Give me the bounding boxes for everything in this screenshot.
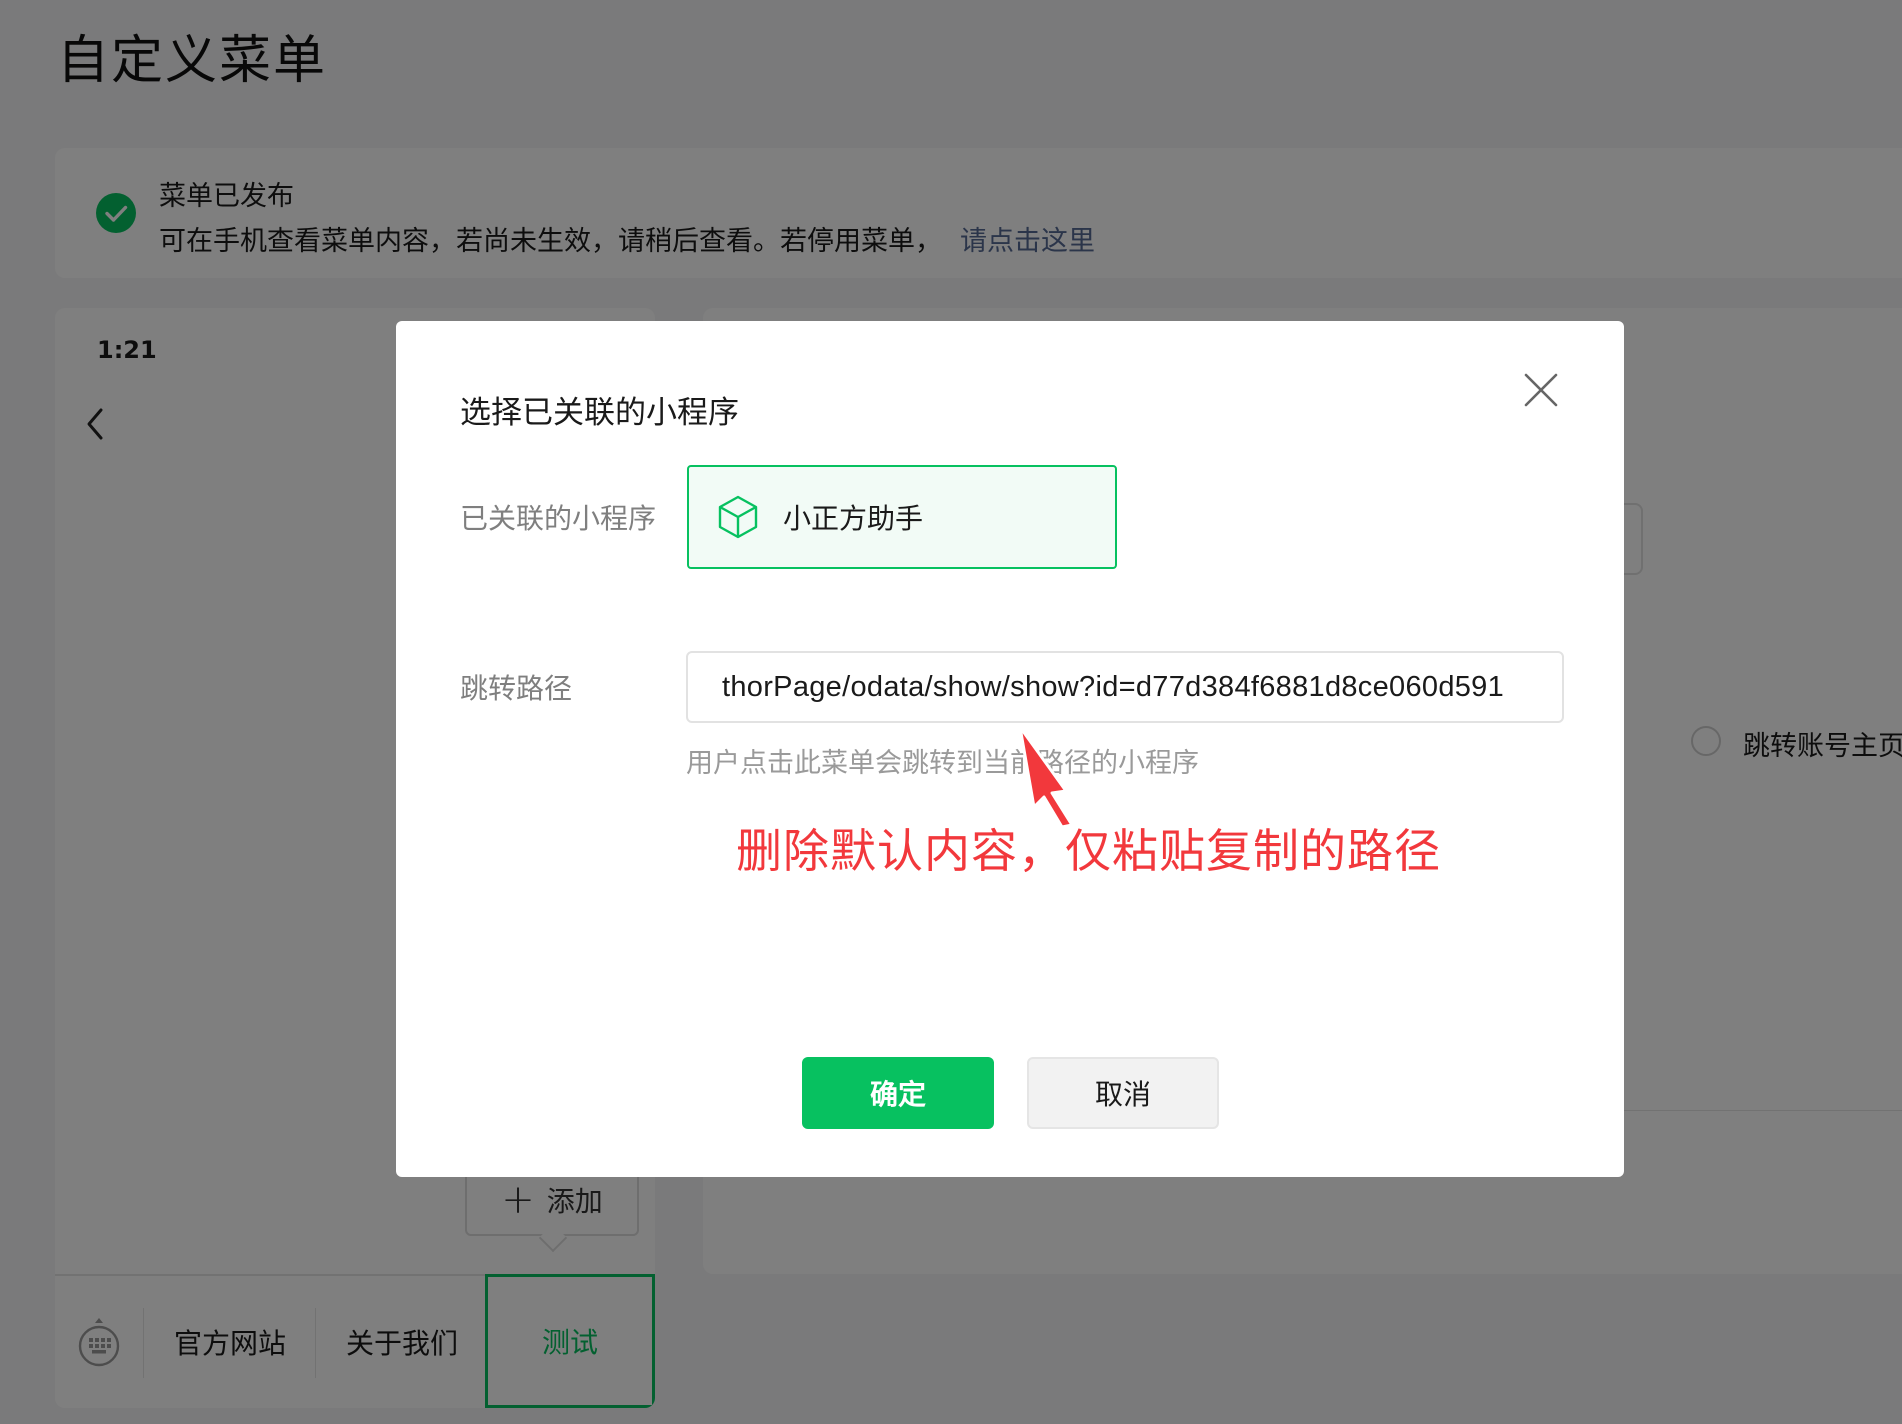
cancel-button[interactable]: 取消 xyxy=(1027,1057,1219,1129)
jump-path-hint: 用户点击此菜单会跳转到当前路径的小程序 xyxy=(686,748,1199,779)
linked-mini-program-label: 已关联的小程序 xyxy=(460,502,657,535)
dialog-title: 选择已关联的小程序 xyxy=(460,395,739,431)
jump-path-label: 跳转路径 xyxy=(460,672,573,705)
annotation-text: 删除默认内容，仅粘贴复制的路径 xyxy=(736,824,1441,878)
confirm-button[interactable]: 确定 xyxy=(802,1057,994,1129)
cube-icon xyxy=(718,495,758,539)
select-mini-program-dialog: 选择已关联的小程序 已关联的小程序 小正方助手 跳转路径 用户点击此菜单会跳转到… xyxy=(396,321,1624,1177)
mini-program-card[interactable]: 小正方助手 xyxy=(687,465,1117,569)
annotation-arrow-icon xyxy=(1018,725,1074,829)
close-icon[interactable] xyxy=(1522,371,1560,409)
mini-program-name: 小正方助手 xyxy=(783,502,924,535)
jump-path-input[interactable] xyxy=(686,651,1564,723)
